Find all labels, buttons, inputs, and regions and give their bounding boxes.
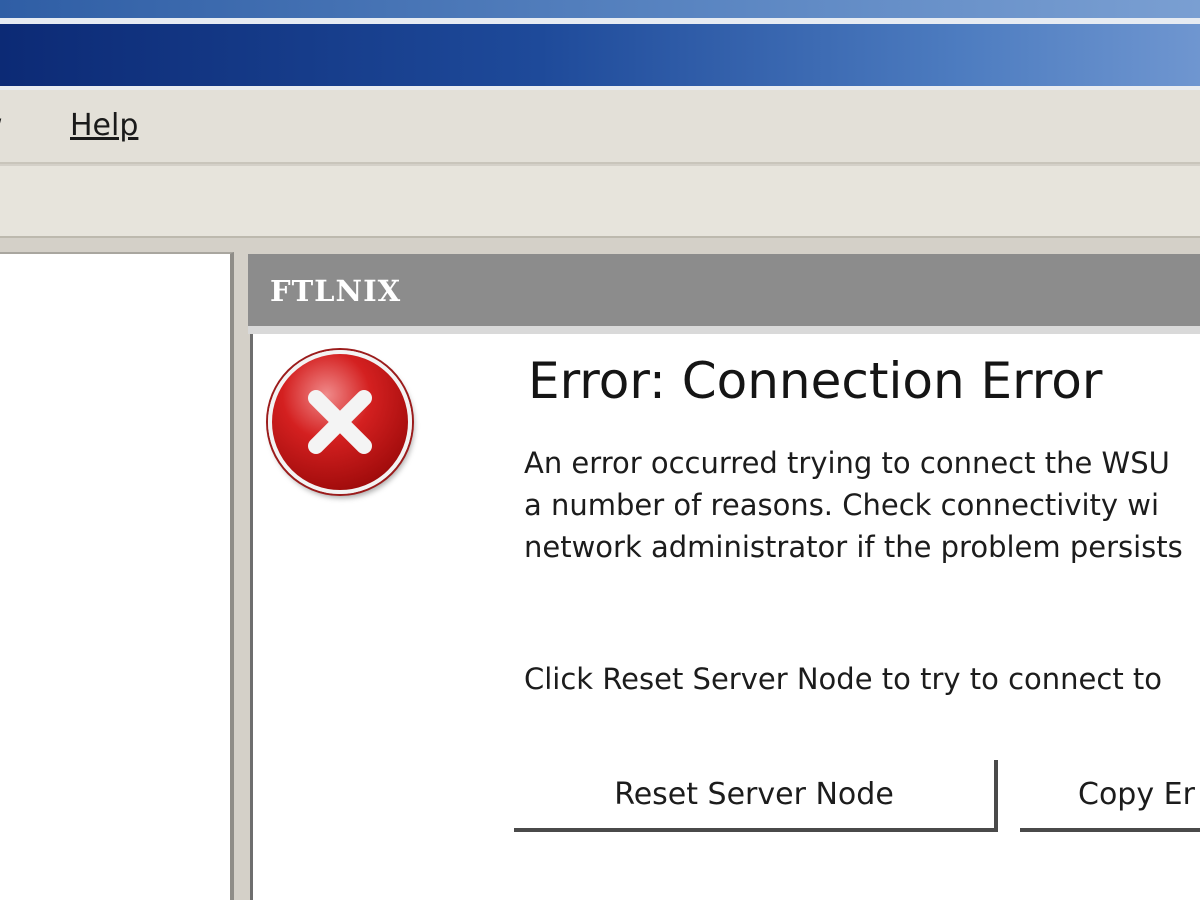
error-heading: Error: Connection Error [528, 352, 1103, 410]
window-titlebar-top [0, 0, 1200, 18]
menu-item-view[interactable]: w [0, 106, 3, 146]
error-message-line-2: a number of reasons. Check connectivity … [524, 488, 1160, 522]
menu-item-view-label: w [0, 108, 3, 143]
error-x-icon [268, 350, 412, 494]
error-message-line-3: network administrator if the problem per… [524, 530, 1183, 564]
pane-splitter[interactable] [234, 252, 248, 900]
error-instruction: Click Reset Server Node to try to connec… [524, 662, 1163, 696]
reset-server-node-button[interactable]: Reset Server Node [514, 760, 998, 832]
toolbar [0, 166, 1200, 238]
panel-title: FTLNIX [270, 274, 402, 308]
error-message-line-1: An error occurred trying to connect the … [524, 446, 1170, 480]
menu-item-help[interactable]: Help [70, 106, 138, 146]
panel-header-edge [248, 326, 1200, 334]
window-titlebar[interactable] [0, 24, 1200, 86]
copy-error-label: Copy Er [1078, 776, 1195, 812]
tree-pane[interactable] [0, 252, 234, 900]
panel-header: FTLNIX [248, 254, 1200, 326]
copy-error-button[interactable]: Copy Er [1020, 760, 1200, 832]
reset-server-node-label: Reset Server Node [614, 776, 894, 812]
toolbar-gap [0, 240, 1200, 252]
menu-item-help-label: Help [70, 108, 139, 143]
menu-bar: w Help [0, 90, 1200, 164]
